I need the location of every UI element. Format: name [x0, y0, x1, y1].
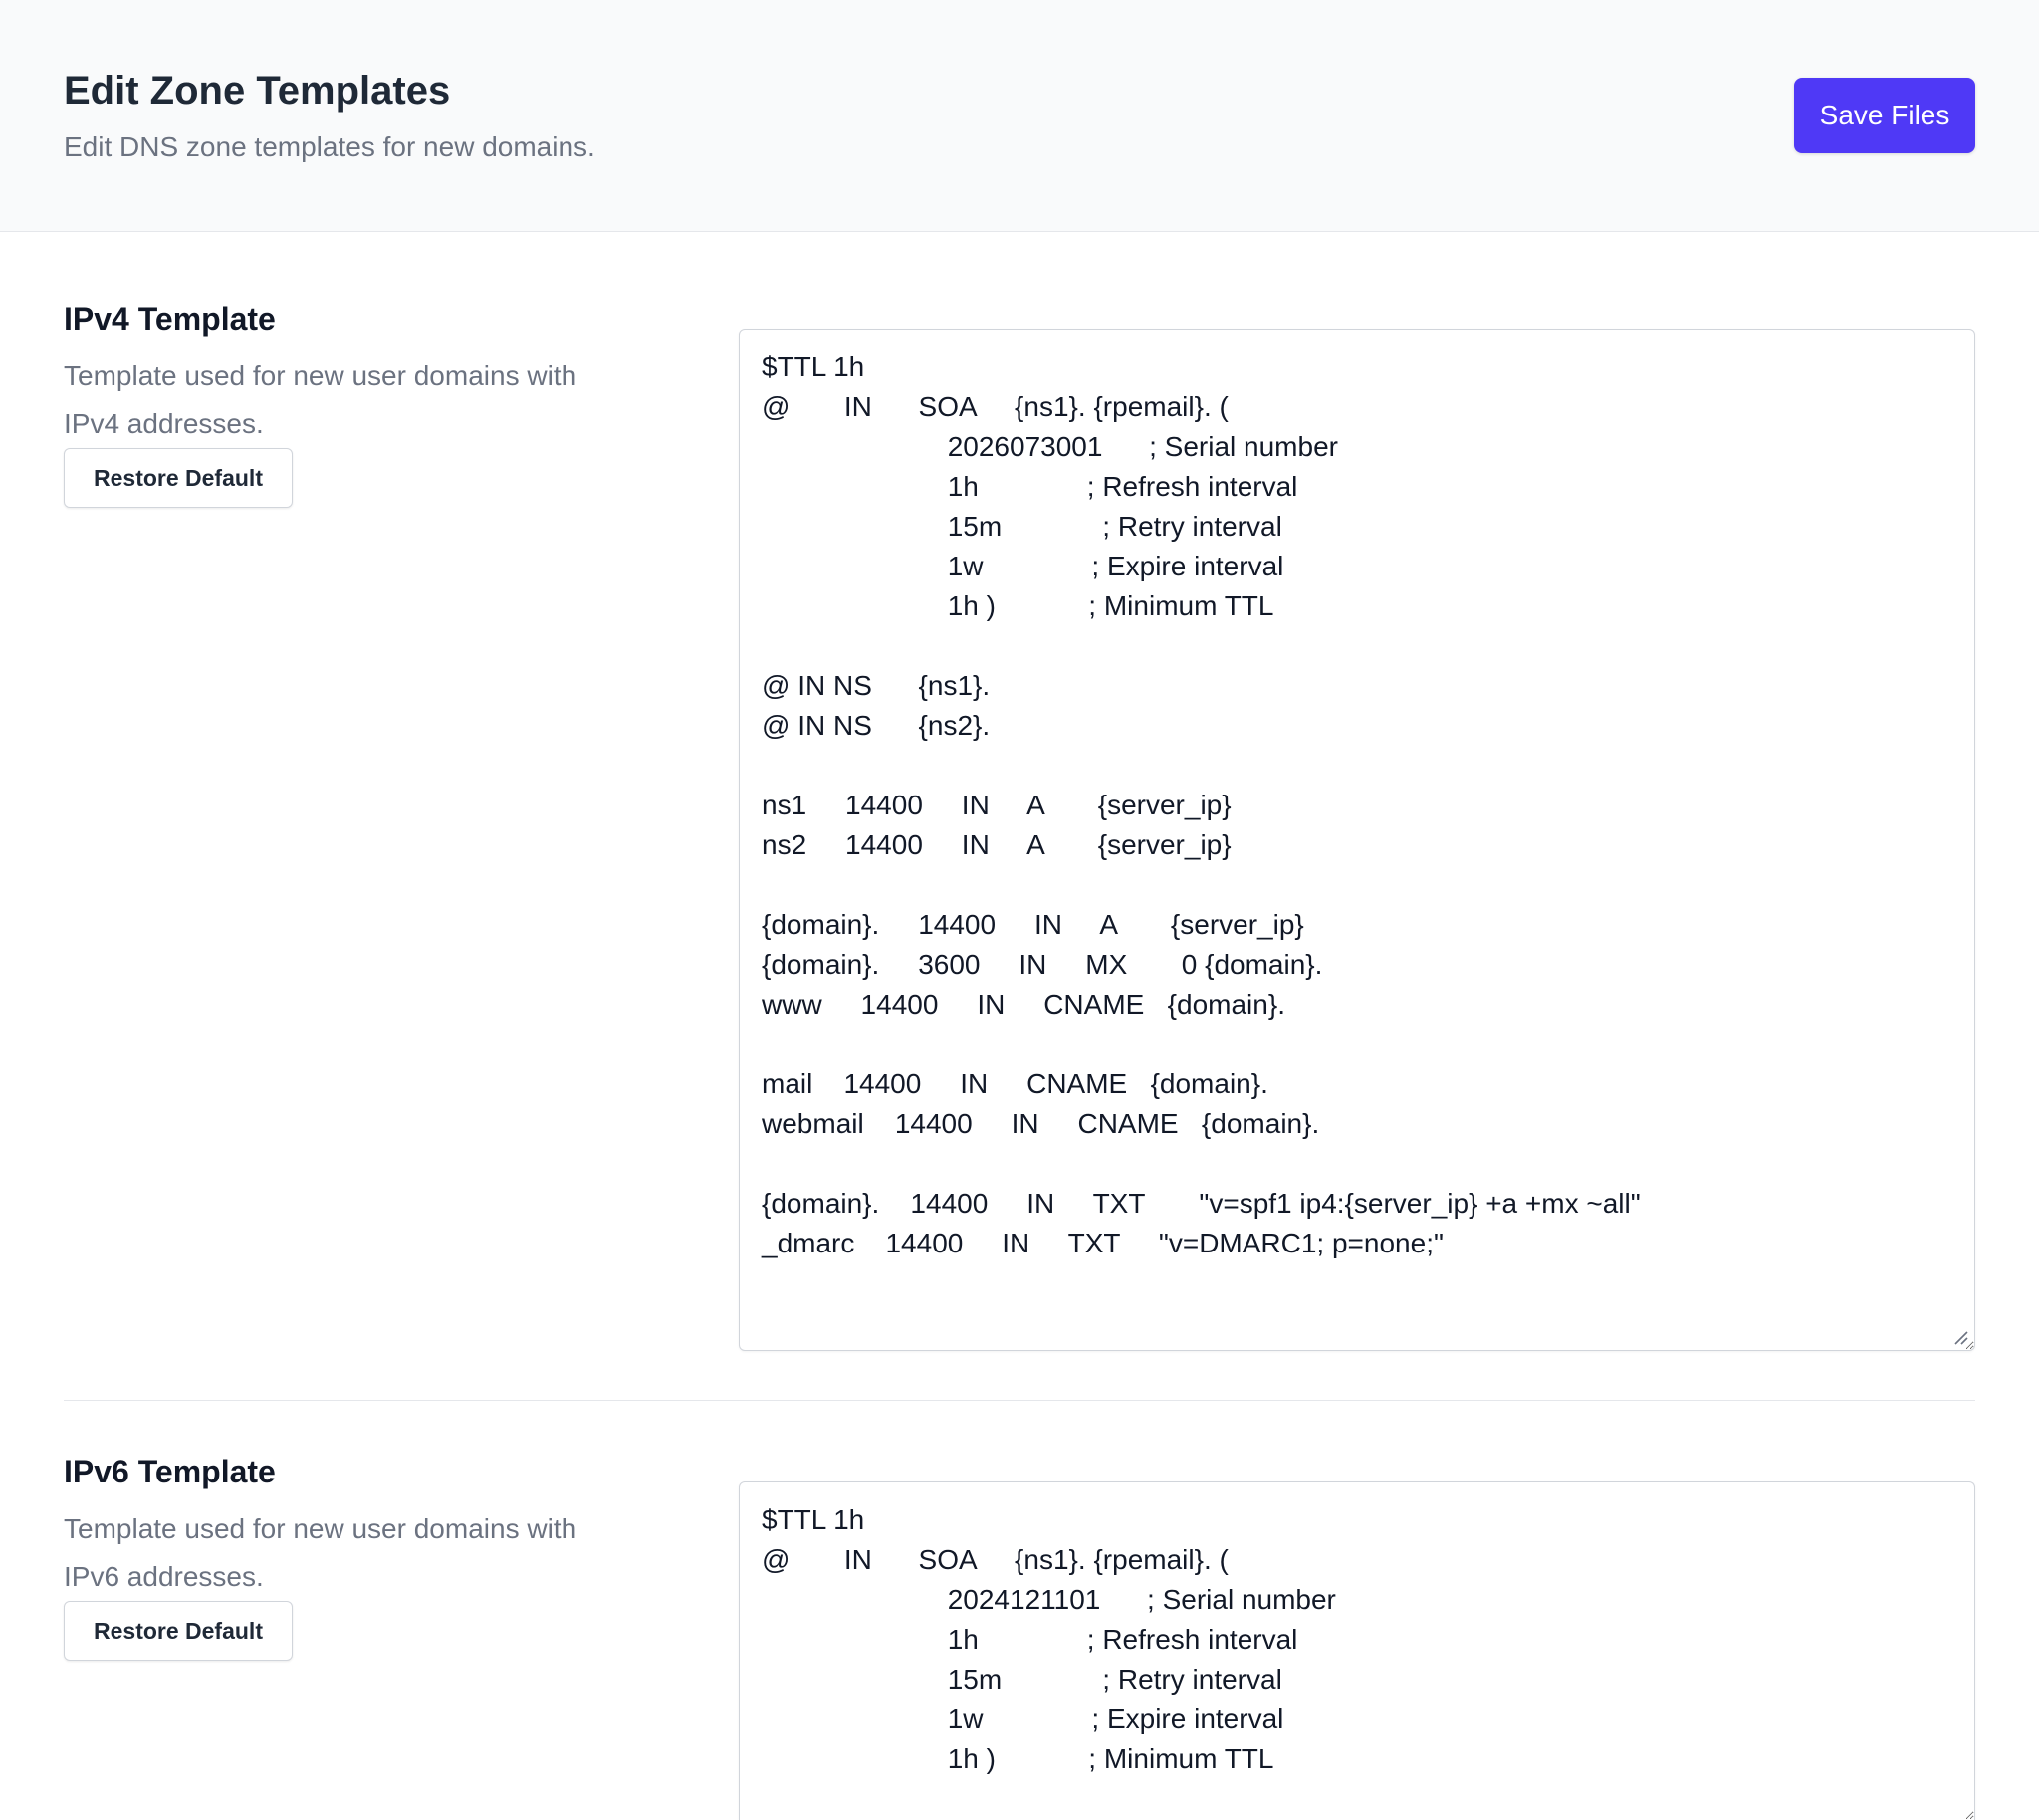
ipv6-section-description: Template used for new user domains with … — [64, 1513, 577, 1592]
page-header: Edit Zone Templates Edit DNS zone templa… — [0, 0, 2039, 232]
ipv4-section-description: Template used for new user domains with … — [64, 360, 577, 439]
save-files-button[interactable]: Save Files — [1794, 78, 1975, 153]
ipv4-template-editor[interactable]: $TTL 1h @ IN SOA {ns1}. {rpemail}. ( 202… — [739, 329, 1975, 1351]
ipv4-restore-default-button[interactable]: Restore Default — [64, 448, 293, 508]
page-subtitle: Edit DNS zone templates for new domains. — [64, 131, 595, 162]
ipv6-template-editor[interactable]: $TTL 1h @ IN SOA {ns1}. {rpemail}. ( 202… — [739, 1481, 1975, 1820]
ipv4-section-title: IPv4 Template — [64, 301, 276, 337]
section-divider — [64, 1400, 1975, 1401]
ipv6-section-title: IPv6 Template — [64, 1454, 276, 1489]
page-title: Edit Zone Templates — [64, 69, 451, 113]
resize-handle-icon[interactable] — [1951, 1328, 1969, 1346]
ipv6-restore-default-button[interactable]: Restore Default — [64, 1601, 293, 1661]
